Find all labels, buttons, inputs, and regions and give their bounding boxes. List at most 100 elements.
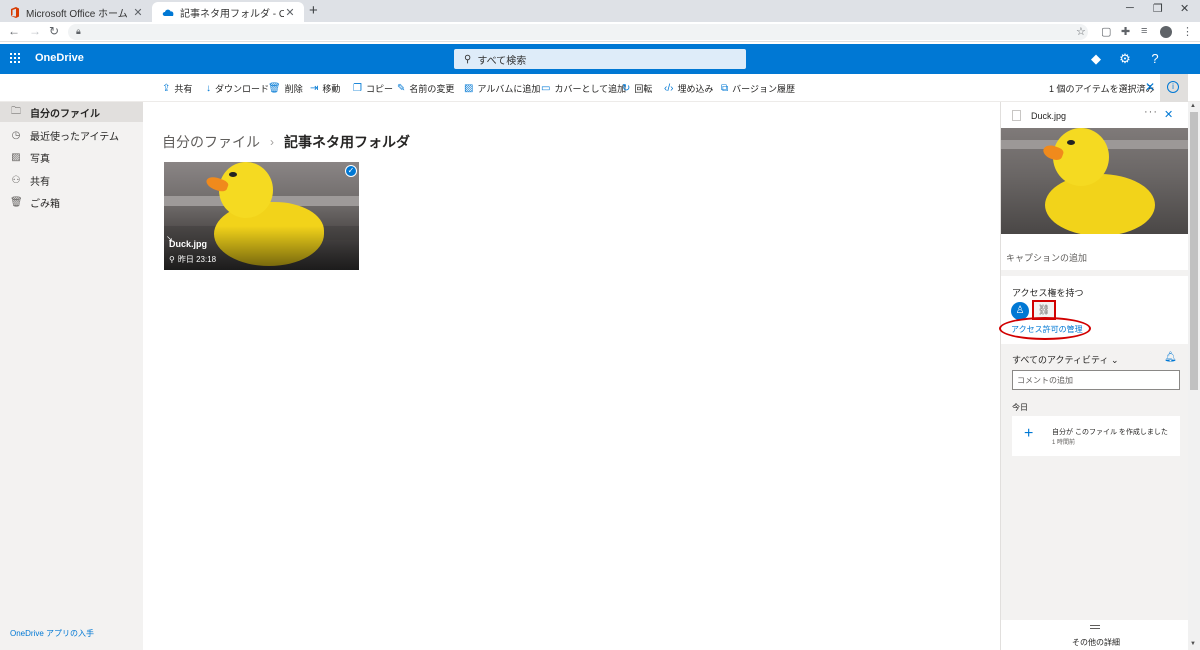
- more-details-label: その他の詳細: [1072, 638, 1120, 647]
- rename-button[interactable]: ✎ 名前の変更: [397, 81, 454, 95]
- command-label: カバーとして追加: [554, 83, 627, 94]
- rotate-icon: ↻: [622, 82, 631, 94]
- nav-item-recent[interactable]: ◷ 最近使ったアイテム: [0, 125, 143, 145]
- breadcrumb-current[interactable]: 記事ネタ用フォルダ: [284, 132, 410, 152]
- image-preview[interactable]: [1001, 128, 1188, 234]
- command-label: 名前の変更: [409, 83, 455, 94]
- duck-preview-eye: [1067, 140, 1075, 145]
- nav-item-label: ごみ箱: [30, 198, 60, 210]
- close-icon[interactable]: ✕: [1164, 108, 1173, 121]
- tab-close-icon[interactable]: ✕: [132, 6, 144, 19]
- left-navigation: 🗀 自分のファイル ◷ 最近使ったアイテム ▨ 写真 ⚇ 共有 🗑︎ ごみ箱: [0, 102, 143, 650]
- command-label: バージョン履歴: [732, 83, 795, 94]
- nav-item-shared[interactable]: ⚇ 共有: [0, 170, 143, 190]
- command-label: コピー: [365, 83, 393, 94]
- file-meta: ⚲ 昨日 23:18: [169, 254, 216, 265]
- tab-title: Microsoft Office ホーム: [26, 8, 128, 20]
- puzzle-icon[interactable]: ✚: [1121, 25, 1130, 38]
- clear-selection-icon[interactable]: ✕: [1145, 80, 1155, 94]
- add-to-album-button[interactable]: ▨ アルバムに追加: [464, 81, 540, 95]
- scrollbar-thumb[interactable]: [1190, 112, 1198, 390]
- shared-icon: ⚇: [11, 174, 21, 186]
- scroll-up-icon[interactable]: ▲: [1190, 103, 1196, 109]
- copy-button[interactable]: ❐ コピー: [353, 81, 393, 95]
- forward-icon[interactable]: →: [29, 24, 41, 38]
- command-bar: ⇪ 共有 ↓ ダウンロード 🗑︎ 削除 ⇥ 移動 ❐ コピー ✎ 名前の変更 ▨ アルバムに追…: [0, 74, 1200, 102]
- rename-icon: ✎: [397, 82, 406, 94]
- history-icon: ⧉: [721, 82, 729, 94]
- selection-status: 1 個のアイテムを選択済み: [1049, 84, 1155, 94]
- activity-title: すべてのアクティビティ: [1012, 355, 1109, 365]
- caption-input[interactable]: キャプションの追加: [1006, 251, 1087, 264]
- command-label: 移動: [322, 83, 341, 94]
- embed-button[interactable]: ‹/› 埋め込み: [664, 81, 713, 95]
- share-icon: ⇪: [162, 82, 171, 94]
- office-logo-icon: [11, 6, 19, 18]
- command-label: ダウンロード: [215, 83, 270, 94]
- url-input[interactable]: [68, 24, 1088, 40]
- nav-item-photos[interactable]: ▨ 写真: [0, 147, 143, 167]
- move-icon: ⇥: [310, 82, 319, 94]
- cover-icon: ▭: [541, 82, 551, 94]
- selected-check-icon[interactable]: ✓: [345, 165, 357, 177]
- access-title: アクセス権を持つ: [1012, 288, 1084, 298]
- breadcrumb-root[interactable]: 自分のファイル: [162, 132, 260, 152]
- activity-text: 自分が このファイル を作成しました: [1052, 429, 1168, 436]
- reading-list-icon[interactable]: ≡: [1141, 25, 1147, 37]
- file-tile[interactable]: ✓ ↘ Duck.jpg ⚲ 昨日 23:18: [164, 162, 359, 270]
- nav-item-label: 共有: [30, 176, 50, 188]
- tab-title: 記事ネタ用フォルダ - OneDrive: [180, 8, 284, 20]
- bell-icon[interactable]: 🔔︎: [1164, 352, 1177, 363]
- star-icon[interactable]: ☆: [1076, 25, 1086, 38]
- comment-input[interactable]: コメントの追加: [1012, 370, 1180, 390]
- gear-icon[interactable]: ⚙: [1118, 51, 1132, 67]
- extension-page-icon[interactable]: ▢: [1101, 25, 1111, 38]
- duck-preview-body: [1045, 174, 1155, 234]
- add-as-cover-button[interactable]: ▭ カバーとして追加: [541, 81, 626, 95]
- command-label: 削除: [284, 83, 303, 94]
- move-button[interactable]: ⇥ 移動: [310, 81, 340, 95]
- tab-office-home[interactable]: Microsoft Office ホーム ✕: [0, 2, 152, 22]
- annotation-ellipse: [999, 317, 1091, 340]
- lock-icon[interactable]: 🔒︎: [76, 26, 81, 37]
- get-app-link[interactable]: OneDrive アプリの入手: [10, 628, 94, 639]
- onedrive-suite-bar: OneDrive ⚲ すべて検索 ◆ ⚙ ?: [0, 44, 1200, 74]
- version-history-button[interactable]: ⧉ バージョン履歴: [721, 81, 795, 95]
- back-icon[interactable]: ←: [8, 24, 20, 38]
- more-options-icon[interactable]: ···: [1144, 106, 1158, 118]
- onedrive-cloud-icon: [162, 9, 174, 16]
- plus-icon: +: [1024, 425, 1034, 442]
- tab-close-icon[interactable]: ✕: [284, 6, 296, 19]
- nav-item-my-files[interactable]: 🗀 自分のファイル: [0, 102, 143, 122]
- new-tab-button[interactable]: +: [309, 2, 318, 19]
- download-button[interactable]: ↓ ダウンロード: [206, 81, 269, 95]
- help-icon[interactable]: ?: [1148, 51, 1162, 66]
- file-type-icon: [1012, 110, 1021, 121]
- scroll-down-icon[interactable]: ▼: [1190, 641, 1196, 647]
- profile-avatar[interactable]: [1160, 26, 1172, 38]
- close-window-button[interactable]: ✕: [1180, 2, 1189, 15]
- reload-icon[interactable]: ↻: [49, 24, 59, 38]
- app-launcher-icon[interactable]: [10, 53, 20, 63]
- activity-dropdown[interactable]: すべてのアクティビティ ⌄: [1012, 353, 1119, 366]
- duck-photo-eye: [229, 172, 237, 177]
- tab-onedrive[interactable]: 記事ネタ用フォルダ - OneDrive ✕: [152, 2, 304, 22]
- activity-icon: ⚲: [169, 255, 175, 264]
- share-button[interactable]: ⇪ 共有: [162, 81, 192, 95]
- details-pane-toggle[interactable]: i: [1160, 74, 1188, 102]
- nav-item-recycle-bin[interactable]: 🗑︎ ごみ箱: [0, 192, 143, 212]
- search-input[interactable]: ⚲ すべて検索: [454, 49, 746, 69]
- delete-button[interactable]: 🗑︎ 削除: [268, 81, 303, 95]
- app-name[interactable]: OneDrive: [35, 52, 84, 64]
- embed-icon: ‹/›: [664, 82, 674, 94]
- rotate-button[interactable]: ↻ 回転: [622, 81, 652, 95]
- folder-icon: 🗀: [11, 105, 21, 117]
- activity-time: 1 時間前: [1052, 440, 1076, 446]
- nav-item-label: 写真: [30, 153, 50, 165]
- maximize-button[interactable]: ❐: [1153, 2, 1163, 15]
- diamond-icon[interactable]: ◆: [1089, 51, 1103, 67]
- minimize-button[interactable]: ─: [1126, 2, 1134, 14]
- clock-icon: ◷: [11, 129, 21, 141]
- recycle-icon: 🗑︎: [10, 196, 23, 208]
- menu-kebab-icon[interactable]: ⋮: [1182, 25, 1193, 38]
